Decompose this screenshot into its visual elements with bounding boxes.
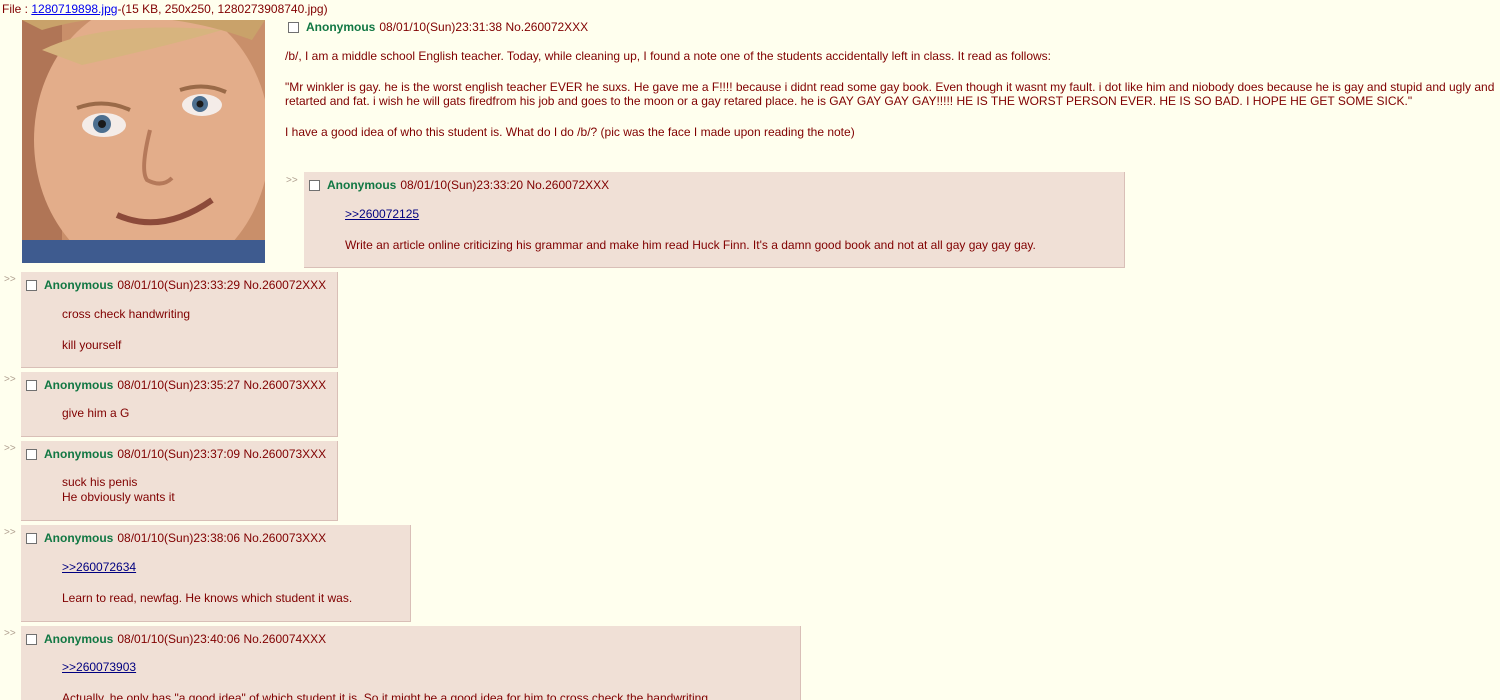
post-meta: 08/01/10(Sun)23:40:06 No.260074XXX: [117, 632, 327, 646]
poster-name: Anonymous: [327, 178, 397, 192]
reply-text: cross check handwriting: [62, 307, 191, 321]
poster-name: Anonymous: [44, 378, 114, 392]
op-paragraph: I have a good idea of who this student i…: [285, 125, 855, 139]
file-details: -(15 KB, 250x250, 1280273908740.jpg): [117, 2, 328, 16]
post-meta: 08/01/10(Sun)23:38:06 No.260073XXX: [117, 531, 327, 545]
reply-text: Learn to read, newfag. He knows which st…: [62, 591, 353, 605]
op-post-header: Anonymous 08/01/10(Sun)23:31:38 No.26007…: [288, 18, 588, 36]
reply-body: >>260072125 Write an article online crit…: [345, 207, 1036, 269]
reply-post: Anonymous 08/01/10(Sun)23:37:09 No.26007…: [21, 441, 338, 521]
reply-arrows: >>: [4, 628, 16, 639]
reply-checkbox[interactable]: [26, 532, 37, 544]
reply-post: Anonymous 08/01/10(Sun)23:35:27 No.26007…: [21, 372, 338, 437]
quote-link[interactable]: >>260072125: [345, 207, 419, 221]
reply-header: Anonymous 08/01/10(Sun)23:35:27 No.26007…: [26, 377, 326, 393]
post-meta: 08/01/10(Sun)23:31:38 No.260072XXX: [379, 20, 589, 34]
op-paragraph: "Mr winkler is gay. he is the worst engl…: [285, 80, 1495, 108]
reply-arrows: >>: [286, 175, 298, 186]
reply-arrows: >>: [4, 527, 16, 538]
reply-body: give him a G: [62, 406, 129, 437]
quote-link[interactable]: >>260073903: [62, 660, 136, 674]
reply-arrows: >>: [4, 374, 16, 385]
reply-header: Anonymous 08/01/10(Sun)23:33:20 No.26007…: [309, 177, 609, 193]
poster-name: Anonymous: [44, 447, 114, 461]
op-post-checkbox[interactable]: [288, 21, 299, 33]
post-meta: 08/01/10(Sun)23:33:20 No.260072XXX: [400, 178, 610, 192]
reply-checkbox[interactable]: [26, 633, 37, 645]
op-post-body: /b/, I am a middle school English teache…: [285, 49, 1497, 156]
file-info: File : 1280719898.jpg-(15 KB, 250x250, 1…: [2, 2, 328, 16]
reply-header: Anonymous 08/01/10(Sun)23:40:06 No.26007…: [26, 631, 326, 647]
post-meta: 08/01/10(Sun)23:35:27 No.260073XXX: [117, 378, 327, 392]
quote-link[interactable]: >>260072634: [62, 560, 136, 574]
reply-body: cross check handwriting kill yourself: [62, 307, 190, 369]
file-prefix: File :: [2, 2, 32, 16]
reply-checkbox[interactable]: [26, 279, 37, 291]
reply-body: suck his penis He obviously wants it: [62, 475, 175, 505]
reply-arrows: >>: [4, 274, 16, 285]
reply-text: Actually, he only has "a good idea" of w…: [62, 691, 712, 700]
file-link[interactable]: 1280719898.jpg: [31, 2, 117, 16]
post-meta: 08/01/10(Sun)23:37:09 No.260073XXX: [117, 447, 327, 461]
reply-body: >>260072634 Learn to read, newfag. He kn…: [62, 560, 352, 622]
reply-post: Anonymous 08/01/10(Sun)23:40:06 No.26007…: [21, 626, 801, 700]
reply-text: suck his penis: [62, 475, 138, 489]
reply-text: give him a G: [62, 406, 130, 420]
reply-post: Anonymous 08/01/10(Sun)23:33:29 No.26007…: [21, 272, 338, 368]
poster-name: Anonymous: [44, 278, 114, 292]
poster-name: Anonymous: [306, 20, 376, 34]
reply-post: Anonymous 08/01/10(Sun)23:33:20 No.26007…: [304, 172, 1125, 268]
reply-header: Anonymous 08/01/10(Sun)23:38:06 No.26007…: [26, 530, 326, 546]
reply-header: Anonymous 08/01/10(Sun)23:33:29 No.26007…: [26, 277, 326, 293]
reply-text: kill yourself: [62, 338, 122, 352]
reply-arrows: >>: [4, 443, 16, 454]
poster-name: Anonymous: [44, 531, 114, 545]
reply-header: Anonymous 08/01/10(Sun)23:37:09 No.26007…: [26, 446, 326, 462]
reply-post: Anonymous 08/01/10(Sun)23:38:06 No.26007…: [21, 525, 411, 622]
reply-checkbox[interactable]: [26, 379, 37, 391]
reply-checkbox[interactable]: [309, 179, 320, 191]
face-picture: [22, 20, 265, 263]
reply-text: He obviously wants it: [62, 490, 175, 504]
reply-body: >>260073903 Actually, he only has "a goo…: [62, 660, 711, 700]
reply-checkbox[interactable]: [26, 448, 37, 460]
op-thumbnail-image[interactable]: [22, 20, 265, 263]
op-paragraph: /b/, I am a middle school English teache…: [285, 49, 1052, 63]
post-meta: 08/01/10(Sun)23:33:29 No.260072XXX: [117, 278, 327, 292]
poster-name: Anonymous: [44, 632, 114, 646]
reply-text: Write an article online criticizing his …: [345, 238, 1036, 252]
